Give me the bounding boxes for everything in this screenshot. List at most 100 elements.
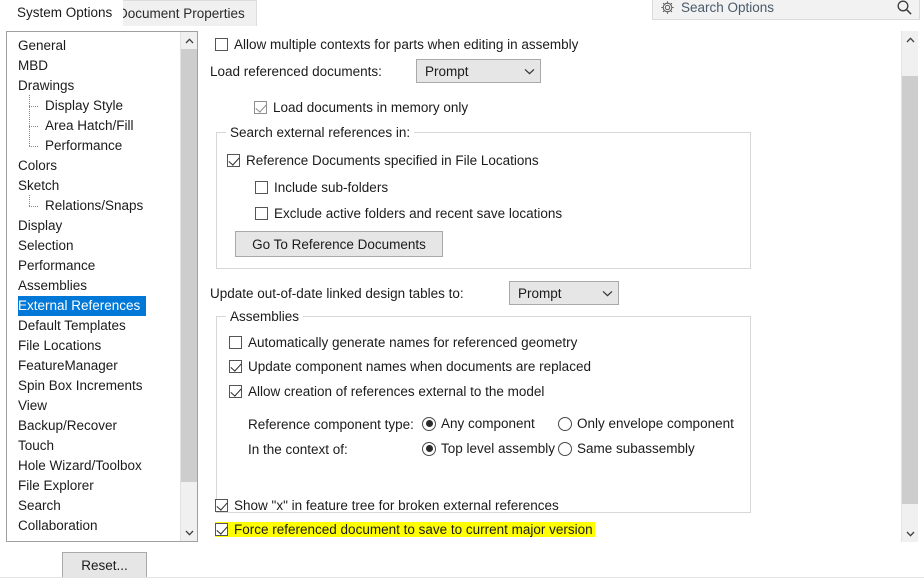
sidebar-item-label: Hole Wizard/Toolbox — [18, 458, 142, 473]
allow-multiple-contexts-row[interactable]: Allow multiple contexts for parts when e… — [215, 37, 578, 52]
sidebar-scrollbar[interactable] — [180, 32, 197, 541]
sidebar-scroll-up-button[interactable] — [181, 32, 197, 49]
sidebar-item-label: Search — [18, 498, 61, 513]
sidebar-item-colors[interactable]: Colors — [7, 156, 181, 176]
sidebar-item-external-references[interactable]: External References — [7, 296, 181, 316]
sidebar-item-area-hatch-fill[interactable]: Area Hatch/Fill — [7, 115, 181, 136]
go-to-reference-documents-button[interactable]: Go To Reference Documents — [235, 231, 443, 257]
reference-component-type-any-label: Any component — [441, 416, 535, 431]
main-scroll-up-button[interactable] — [902, 31, 918, 48]
exclude-active-folders-row[interactable]: Exclude active folders and recent save l… — [255, 206, 562, 221]
update-linked-design-tables-value: Prompt — [518, 285, 562, 301]
reset-button[interactable]: Reset... — [62, 552, 147, 578]
main-scrollbar[interactable] — [901, 31, 918, 542]
sidebar-item-default-templates[interactable]: Default Templates — [7, 316, 181, 336]
sidebar-item-display[interactable]: Display — [7, 216, 181, 236]
sidebar-item-sketch[interactable]: Sketch — [7, 176, 181, 196]
sidebar-item-label: Spin Box Increments — [18, 378, 143, 393]
include-subfolders-checkbox[interactable] — [255, 181, 268, 194]
footer-divider — [0, 577, 924, 578]
allow-external-refs-row[interactable]: Allow creation of references external to… — [229, 384, 544, 399]
sidebar-scroll-down-button[interactable] — [181, 524, 197, 541]
reference-component-type-radio-any[interactable] — [422, 416, 436, 431]
sidebar-item-mbd[interactable]: MBD — [7, 56, 181, 76]
main-scrollbar-thumb[interactable] — [902, 76, 918, 504]
update-component-names-row[interactable]: Update component names when documents ar… — [229, 359, 591, 374]
force-save-major-version-row[interactable]: Force referenced document to save to cur… — [215, 522, 595, 537]
search-icon[interactable] — [896, 0, 913, 16]
sidebar-scrollbar-thumb[interactable] — [181, 49, 197, 482]
in-the-context-of-radio-top-level[interactable] — [422, 441, 436, 456]
load-referenced-documents-label-row: Load referenced documents: — [210, 64, 382, 79]
sidebar-item-label: Display Style — [45, 98, 124, 113]
reference-documents-row[interactable]: Reference Documents specified in File Lo… — [227, 153, 539, 168]
sidebar-item-spin-box-increments[interactable]: Spin Box Increments — [7, 376, 181, 396]
tab-system-options-label: System Options — [17, 5, 113, 20]
main-scroll-down-button[interactable] — [902, 525, 918, 542]
reference-component-type-option-any[interactable]: Any component — [422, 416, 535, 431]
include-subfolders-row[interactable]: Include sub-folders — [255, 180, 388, 195]
sidebar-item-hole-wizard-toolbox[interactable]: Hole Wizard/Toolbox — [7, 456, 181, 476]
sidebar-item-label: External References — [18, 296, 147, 316]
sidebar-item-assemblies[interactable]: Assemblies — [7, 276, 181, 296]
sidebar-item-label: File Explorer — [18, 478, 94, 493]
update-component-names-label: Update component names when documents ar… — [248, 359, 591, 374]
sidebar-item-search[interactable]: Search — [7, 496, 181, 516]
sidebar-item-performance[interactable]: Performance — [7, 135, 181, 156]
tab-system-options[interactable]: System Options — [6, 0, 124, 27]
reference-component-type-option-envelope[interactable]: Only envelope component — [558, 416, 734, 431]
sidebar-item-label: File Locations — [18, 338, 102, 353]
options-detail-panel: Allow multiple contexts for parts when e… — [206, 31, 918, 542]
sidebar-item-label: Backup/Recover — [18, 418, 118, 433]
auto-generate-names-row[interactable]: Automatically generate names for referen… — [229, 335, 577, 350]
sidebar-item-drawings[interactable]: Drawings — [7, 76, 181, 96]
reference-component-type-label: Reference component type: — [248, 417, 414, 432]
sidebar-item-label: Assemblies — [18, 278, 88, 293]
sidebar-item-relations-snaps[interactable]: Relations/Snaps — [7, 195, 181, 216]
reference-documents-checkbox[interactable] — [227, 154, 240, 167]
sidebar-item-file-explorer[interactable]: File Explorer — [7, 476, 181, 496]
update-component-names-checkbox[interactable] — [229, 360, 242, 373]
allow-external-refs-label: Allow creation of references external to… — [248, 384, 545, 399]
show-x-broken-refs-checkbox[interactable] — [215, 499, 228, 512]
auto-generate-names-checkbox[interactable] — [229, 336, 242, 349]
sidebar-item-display-style[interactable]: Display Style — [7, 95, 181, 116]
search-external-references-caption: Search external references in: — [226, 125, 415, 140]
sidebar-item-backup-recover[interactable]: Backup/Recover — [7, 416, 181, 436]
in-the-context-of-option-top-level[interactable]: Top level assembly — [422, 441, 555, 456]
sidebar-item-touch[interactable]: Touch — [7, 436, 181, 456]
show-x-broken-refs-row[interactable]: Show "x" in feature tree for broken exte… — [215, 498, 559, 513]
update-linked-design-tables-dropdown[interactable]: Prompt — [509, 281, 619, 305]
reference-component-type-envelope-label: Only envelope component — [577, 416, 734, 431]
search-options-box[interactable]: Search Options — [652, 0, 920, 20]
options-category-list[interactable]: General MBD Drawings Display Style Area Hatc… — [7, 32, 181, 541]
allow-multiple-contexts-label: Allow multiple contexts for parts when e… — [234, 37, 579, 52]
allow-external-refs-checkbox[interactable] — [229, 385, 242, 398]
reference-component-type-label-row: Reference component type: — [248, 417, 414, 432]
dialog-footer: Reset... — [0, 547, 924, 584]
in-the-context-of-radio-same-sub[interactable] — [558, 441, 572, 456]
sidebar-item-file-locations[interactable]: File Locations — [7, 336, 181, 356]
auto-generate-names-label: Automatically generate names for referen… — [248, 335, 578, 350]
allow-multiple-contexts-checkbox[interactable] — [215, 38, 228, 51]
exclude-active-folders-label: Exclude active folders and recent save l… — [274, 206, 563, 221]
sidebar-item-label: Selection — [18, 238, 74, 253]
load-referenced-documents-dropdown[interactable]: Prompt — [416, 59, 541, 83]
load-in-memory-only-checkbox[interactable] — [254, 101, 267, 114]
sidebar-item-label: Display — [18, 218, 63, 233]
sidebar-item-view[interactable]: View — [7, 396, 181, 416]
sidebar-item-featuremanager[interactable]: FeatureManager — [7, 356, 181, 376]
sidebar-item-general[interactable]: General — [7, 36, 181, 56]
sidebar-item-performance[interactable]: Performance — [7, 256, 181, 276]
sidebar-item-collaboration[interactable]: Collaboration — [7, 516, 181, 536]
search-input[interactable]: Search Options — [681, 0, 896, 15]
in-the-context-of-option-same-sub[interactable]: Same subassembly — [558, 441, 695, 456]
exclude-active-folders-checkbox[interactable] — [255, 207, 268, 220]
tab-document-properties[interactable]: Document Properties — [106, 0, 257, 27]
reference-component-type-radio-envelope[interactable] — [558, 416, 572, 431]
options-category-sidebar[interactable]: General MBD Drawings Display Style Area Hatc… — [6, 31, 198, 542]
sidebar-item-selection[interactable]: Selection — [7, 236, 181, 256]
force-save-major-version-checkbox[interactable] — [215, 523, 228, 536]
force-save-major-version-label: Force referenced document to save to cur… — [234, 522, 593, 537]
load-in-memory-only-row[interactable]: Load documents in memory only — [254, 100, 468, 115]
